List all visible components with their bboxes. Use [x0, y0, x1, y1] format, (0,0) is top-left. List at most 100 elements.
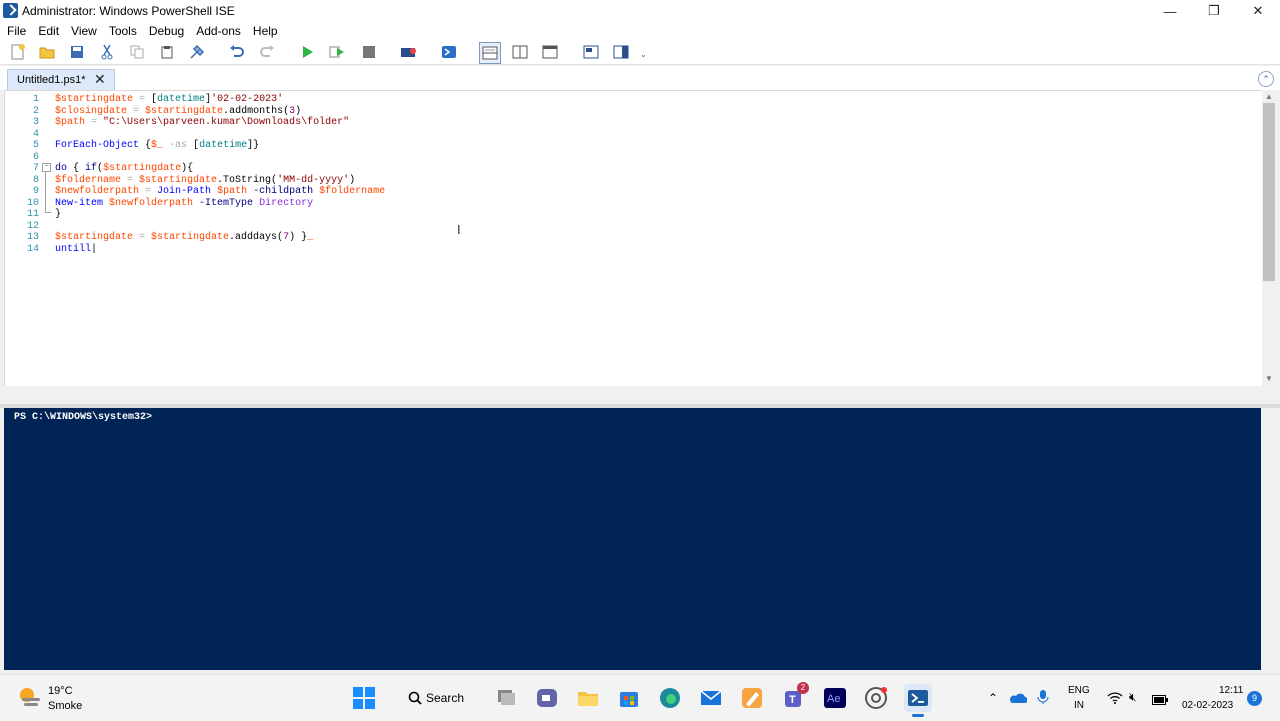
- editor-scroll-thumb[interactable]: [1263, 103, 1275, 281]
- line-number: 3: [32, 117, 39, 128]
- tab-close-icon[interactable]: ✕: [94, 71, 106, 88]
- tab-strip: [0, 66, 1280, 90]
- weather-temperature[interactable]: 19°C: [48, 685, 73, 697]
- code-line[interactable]: $newfolderpath = Join-Path $path -childp…: [55, 186, 385, 197]
- code-line[interactable]: }: [55, 209, 61, 220]
- run-selection-icon[interactable]: [328, 43, 346, 61]
- show-command-window-icon[interactable]: [582, 43, 600, 61]
- notification-center-badge[interactable]: 9: [1247, 691, 1262, 706]
- menu-file[interactable]: File: [0, 22, 31, 40]
- save-icon[interactable]: [68, 43, 86, 61]
- toolbar-overflow-icon[interactable]: ⌄: [640, 50, 647, 59]
- menu-tools[interactable]: Tools: [102, 22, 142, 40]
- script-editor[interactable]: 1 2 3 4 5 6 7 8 9 10 11 12 13 14 $starti…: [4, 90, 1264, 388]
- code-token: do: [55, 163, 68, 174]
- line-number: 9: [32, 186, 39, 197]
- menu-addons[interactable]: Add-ons: [189, 22, 246, 40]
- weather-description[interactable]: Smoke: [48, 700, 82, 712]
- code-line[interactable]: $foldername = $startingdate.ToString('MM…: [55, 175, 355, 186]
- wifi-icon[interactable]: [1107, 691, 1123, 709]
- paste-icon[interactable]: [158, 43, 176, 61]
- console-pane[interactable]: PS C:\WINDOWS\system32>: [4, 408, 1261, 670]
- show-hidden-icons-chevron-icon[interactable]: ⌃: [988, 691, 998, 705]
- edge-browser-icon[interactable]: [658, 686, 682, 710]
- line-number: 8: [32, 174, 39, 186]
- paint-app-icon[interactable]: [740, 686, 764, 710]
- clock-date[interactable]: 02-02-2023: [1182, 700, 1233, 711]
- teams-icon[interactable]: T 2: [782, 682, 809, 710]
- run-script-icon[interactable]: [298, 43, 316, 61]
- menu-debug[interactable]: Debug: [142, 22, 189, 40]
- input-language-top[interactable]: ENG: [1068, 685, 1090, 696]
- open-folder-icon[interactable]: [38, 43, 56, 61]
- redo-icon[interactable]: [258, 43, 276, 61]
- active-app-indicator: [912, 714, 924, 717]
- powershell-ise-taskbar-icon[interactable]: [904, 684, 932, 717]
- show-script-pane-top-icon[interactable]: [479, 42, 501, 64]
- cut-icon[interactable]: [98, 43, 116, 61]
- line-number: 14: [26, 243, 39, 255]
- line-number: 13: [26, 232, 39, 243]
- minimize-button[interactable]: —: [1148, 0, 1192, 22]
- line-number: 11: [26, 209, 39, 220]
- menu-view[interactable]: View: [64, 22, 102, 40]
- fold-toggle-icon[interactable]: −: [42, 163, 51, 172]
- code-token: Directory: [259, 197, 314, 209]
- close-button[interactable]: ✕: [1236, 0, 1280, 22]
- task-view-icon[interactable]: [494, 686, 518, 710]
- taskbar-search-button[interactable]: Search: [398, 682, 478, 714]
- show-script-pane-maximized-icon[interactable]: [541, 43, 559, 61]
- new-remote-tab-icon[interactable]: [400, 43, 418, 61]
- undo-icon[interactable]: [228, 43, 246, 61]
- code-line[interactable]: $startingdate = [datetime]'02-02-2023': [55, 94, 283, 105]
- restore-button[interactable]: ❐: [1192, 0, 1236, 22]
- teams-chat-icon[interactable]: [535, 686, 559, 710]
- start-button-icon[interactable]: [352, 686, 376, 710]
- svg-text:Ae: Ae: [827, 693, 840, 705]
- menu-edit[interactable]: Edit: [31, 22, 64, 40]
- stop-icon[interactable]: [360, 43, 378, 61]
- fold-region-line: [45, 172, 51, 213]
- start-powershell-icon[interactable]: [440, 43, 458, 61]
- search-icon: [408, 691, 422, 705]
- scroll-down-icon[interactable]: ▼: [1265, 374, 1273, 383]
- weather-icon[interactable]: [18, 686, 42, 713]
- microsoft-store-icon[interactable]: [617, 686, 641, 710]
- show-command-addon-icon[interactable]: [612, 43, 630, 61]
- text-cursor-icon: I: [457, 222, 461, 237]
- collapse-script-pane-icon[interactable]: ⌃: [1258, 71, 1274, 87]
- menu-help[interactable]: Help: [246, 22, 283, 40]
- copy-icon[interactable]: [128, 43, 146, 61]
- after-effects-icon[interactable]: Ae: [823, 686, 847, 710]
- volume-muted-icon[interactable]: 🔇︎: [1129, 690, 1137, 705]
- microphone-icon[interactable]: [1037, 689, 1049, 710]
- code-token: $startingdate: [55, 94, 134, 105]
- scroll-up-icon[interactable]: ▲: [1265, 92, 1273, 101]
- svg-text:T: T: [789, 694, 796, 706]
- code-token: {: [139, 140, 152, 151]
- code-line[interactable]: $startingdate = $startingdate.adddays(7)…: [55, 232, 313, 243]
- code-line[interactable]: $path = "C:\Users\parveen.kumar\Download…: [55, 117, 349, 128]
- tab-untitled1[interactable]: Untitled1.ps1* ✕: [7, 69, 115, 90]
- new-file-icon[interactable]: [9, 43, 27, 61]
- editor-horizontal-scrollbar[interactable]: [0, 386, 1280, 396]
- chrome-icon[interactable]: [864, 686, 888, 710]
- code-line[interactable]: $closingdate = $startingdate.addmonths(3…: [55, 106, 301, 117]
- code-line[interactable]: ForEach-Object {$_ -as [datetime]}: [55, 140, 259, 151]
- show-script-pane-right-icon[interactable]: [511, 43, 529, 61]
- file-explorer-icon[interactable]: [576, 686, 600, 710]
- code-token: .ToString(: [217, 174, 278, 186]
- console-scrollbar[interactable]: [1261, 408, 1280, 670]
- code-line[interactable]: do { if($startingdate){: [55, 163, 193, 174]
- clear-console-icon[interactable]: [188, 43, 206, 61]
- onedrive-icon[interactable]: [1009, 691, 1028, 709]
- clock-time[interactable]: 12:11: [1219, 685, 1243, 696]
- input-language-bottom[interactable]: IN: [1074, 700, 1084, 711]
- mail-icon[interactable]: [699, 686, 723, 710]
- code-line[interactable]: New-item $newfolderpath -ItemType Direct…: [55, 198, 313, 209]
- code-token: 'MM-dd-yyyy': [277, 174, 350, 186]
- line-number: 6: [32, 151, 39, 163]
- code-token: $startingdate: [103, 163, 182, 174]
- code-line[interactable]: untill|: [55, 244, 97, 255]
- battery-icon[interactable]: [1152, 692, 1168, 710]
